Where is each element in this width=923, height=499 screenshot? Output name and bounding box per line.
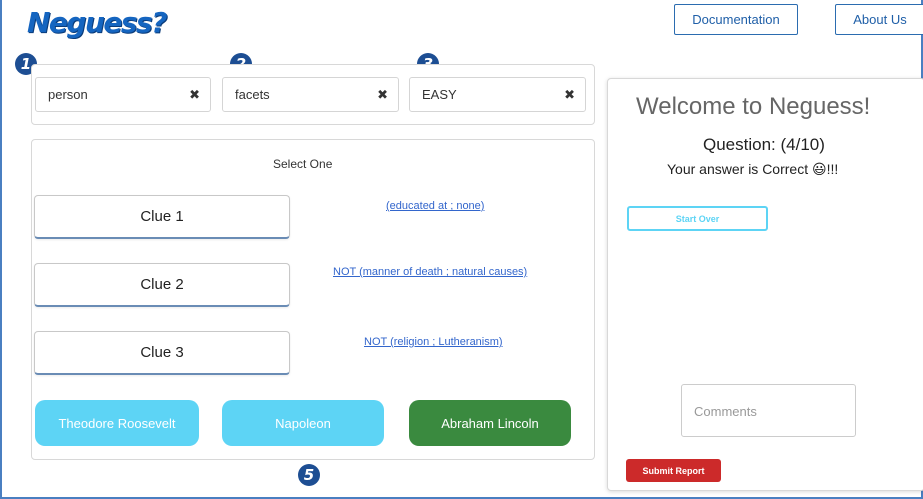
welcome-heading: Welcome to Neguess! [636,93,871,120]
answer-abraham-lincoln-button[interactable]: Abraham Lincoln [409,400,571,446]
clue-2-button[interactable]: Clue 2 [34,263,290,307]
answer-result: Your answer is Correct 😃!!! [667,161,839,177]
filter-tag-mode[interactable]: facets ✖ [222,77,399,112]
clue-1-button[interactable]: Clue 1 [34,195,290,239]
logo[interactable]: Neguess? [27,6,167,39]
filter-tag-label: EASY [422,87,457,102]
comments-field[interactable]: Comments [681,384,856,437]
select-one-prompt: Select One [273,157,333,171]
question-counter: Question: (4/10) [703,135,825,154]
answer-theodore-roosevelt-button[interactable]: Theodore Roosevelt [35,400,199,446]
clear-icon[interactable]: ✖ [377,87,388,103]
answer-napoleon-button[interactable]: Napoleon [222,400,384,446]
clue-2-facet-link[interactable]: NOT (manner of death ; natural causes) [333,266,527,278]
filter-tag-label: person [48,87,88,102]
submit-report-button[interactable]: Submit Report [626,459,721,482]
clue-3-facet-link[interactable]: NOT (religion ; Lutheranism) [364,336,503,348]
filter-tag-label: facets [235,87,270,102]
filter-tag-type[interactable]: person ✖ [35,77,211,112]
clue-3-button[interactable]: Clue 3 [34,331,290,375]
clear-icon[interactable]: ✖ [189,87,200,103]
about-us-button[interactable]: About Us [835,4,923,35]
start-over-button[interactable]: Start Over [627,206,768,231]
clue-1-facet-link[interactable]: (educated at ; none) [386,200,484,212]
documentation-button[interactable]: Documentation [674,4,798,35]
clear-icon[interactable]: ✖ [564,87,575,103]
filter-tag-difficulty[interactable]: EASY ✖ [409,77,586,112]
annotation-marker-5: 5 [298,464,320,486]
window-frame-left [0,0,2,499]
